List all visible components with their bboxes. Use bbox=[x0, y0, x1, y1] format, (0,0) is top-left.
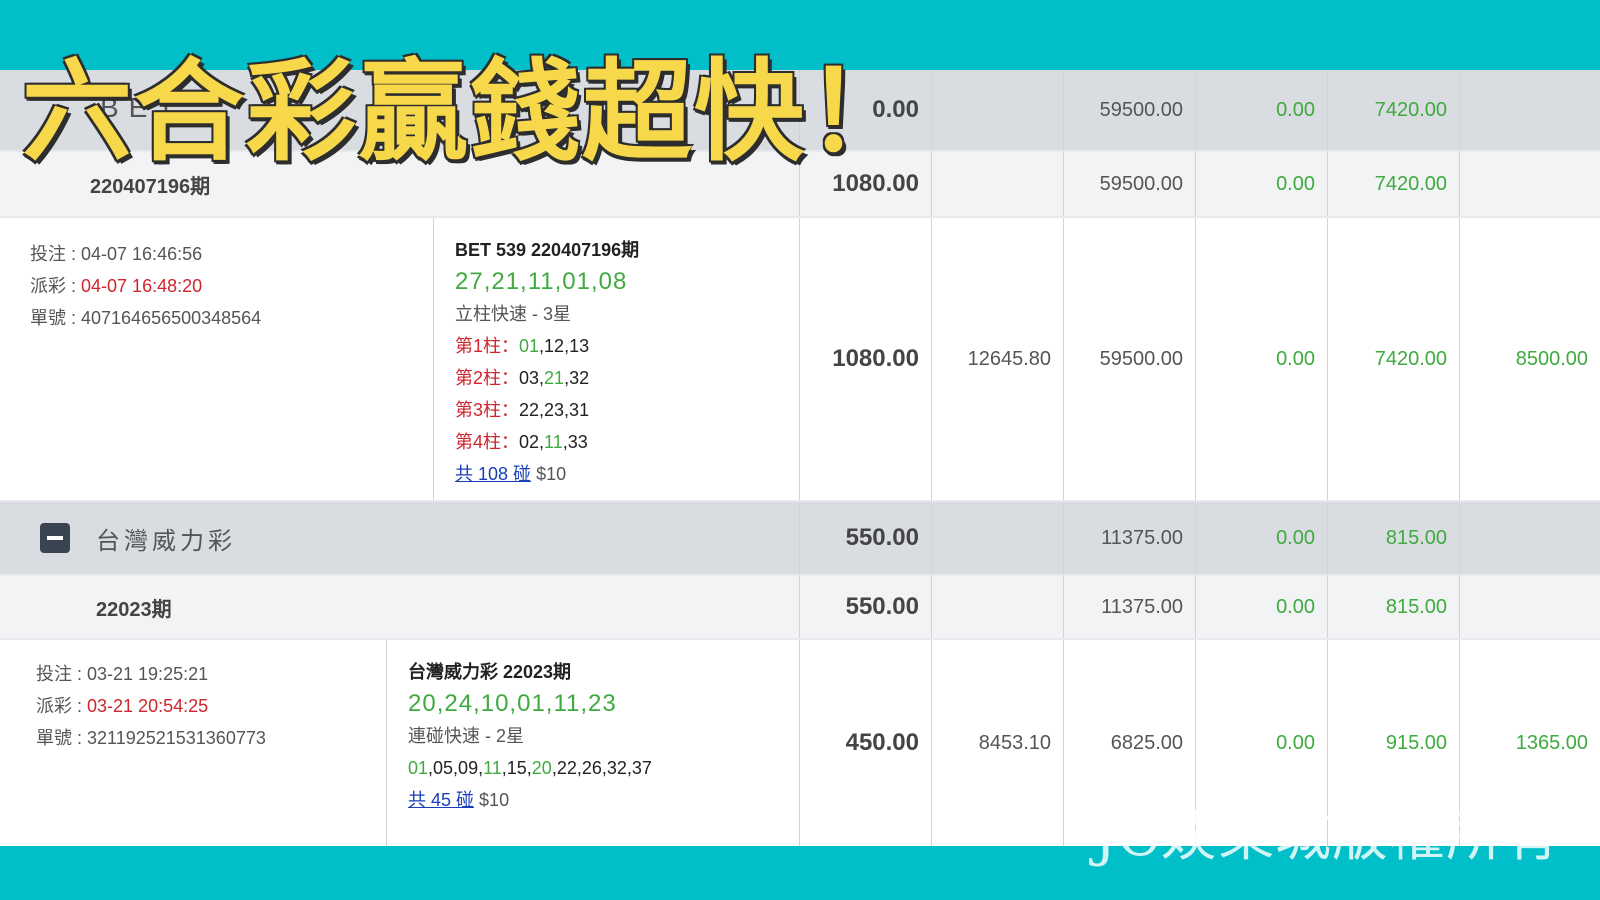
period-col-c: 0.00 bbox=[1196, 152, 1328, 216]
draw-time: 04-07 16:48:20 bbox=[81, 276, 203, 296]
combo-link[interactable]: 共 108 碰 bbox=[455, 464, 531, 484]
pick-number: ,05,09, bbox=[428, 758, 484, 778]
cell-divider bbox=[433, 218, 434, 500]
pick-column-4: 第4柱：02,11,33 bbox=[455, 426, 639, 458]
pick-column-label: 第3柱： bbox=[455, 400, 520, 420]
detail-col-a: 12645.80 bbox=[932, 218, 1064, 500]
order-number: 單號 : 321192521531360773 bbox=[36, 728, 266, 748]
pick-column-label: 第4柱： bbox=[455, 432, 520, 452]
detail-amount: 450.00 bbox=[800, 640, 932, 846]
pick-number: ,15, bbox=[501, 758, 532, 778]
summary-col-d: 7420.00 bbox=[1328, 70, 1460, 150]
period-col-e bbox=[1460, 152, 1600, 216]
period-col-a bbox=[932, 152, 1064, 216]
pick-number: ,33 bbox=[562, 432, 588, 452]
bet-title: 台灣威力彩 22023期 bbox=[408, 662, 572, 682]
pick-column-2: 第2柱：03,21,32 bbox=[455, 362, 639, 394]
hit-number: 01 bbox=[519, 336, 540, 356]
period-col-c: 0.00 bbox=[1196, 576, 1328, 638]
bet-time: 投注 : 04-07 16:46:56 bbox=[30, 244, 203, 264]
group-amount: 550.00 bbox=[800, 502, 932, 574]
pick-number: ,22,26,32,37 bbox=[551, 758, 652, 778]
hit-number: 11 bbox=[483, 758, 502, 778]
pick-column-label: 第1柱： bbox=[455, 336, 520, 356]
group-col-d: 815.00 bbox=[1328, 502, 1460, 574]
hit-number: 01 bbox=[408, 758, 429, 778]
draw-numbers: 20,24,10,01,11,23 bbox=[408, 690, 617, 717]
banner-title: 六合彩贏錢超快！ bbox=[22, 48, 918, 176]
play-type: 立柱快速 - 3星 bbox=[455, 304, 572, 324]
summary-col-e bbox=[1460, 70, 1600, 150]
hit-number: 20 bbox=[531, 758, 552, 778]
pick-column-label: 第2柱： bbox=[455, 368, 520, 388]
bet-detail-row: 投注 : 04-07 16:46:56 派彩 : 04-07 16:48:20 … bbox=[0, 218, 1600, 500]
summary-col-a bbox=[932, 70, 1064, 150]
group-col-b: 11375.00 bbox=[1064, 502, 1196, 574]
draw-time-line: 派彩 : 03-21 20:54:25 bbox=[36, 696, 209, 716]
detail-col-c: 0.00 bbox=[1196, 218, 1328, 500]
draw-time-line: 派彩 : 04-07 16:48:20 bbox=[30, 276, 203, 296]
pick-number: ,32 bbox=[564, 368, 590, 388]
detail-amount: 1080.00 bbox=[800, 218, 932, 500]
bet-meta: 投注 : 04-07 16:46:56 派彩 : 04-07 16:48:20 … bbox=[30, 238, 261, 334]
pick-number: 03, bbox=[519, 368, 545, 388]
bet-content: 台灣威力彩 22023期 20,24,10,01,11,23 連碰快速 - 2星… bbox=[408, 656, 652, 816]
watermark: JC娛樂城版權所有 bbox=[1093, 804, 1560, 869]
play-type: 連碰快速 - 2星 bbox=[408, 726, 525, 746]
order-number: 單號 : 407164656500348564 bbox=[30, 308, 262, 328]
pick-column-1: 第1柱：01,12,13 bbox=[455, 330, 639, 362]
pick-number: ,12,13 bbox=[539, 336, 590, 356]
period-col-b: 11375.00 bbox=[1064, 576, 1196, 638]
hit-number: 11 bbox=[544, 432, 563, 452]
bet-title: BET 539 220407196期 bbox=[455, 240, 640, 260]
group-col-a bbox=[932, 502, 1064, 574]
period-col-d: 815.00 bbox=[1328, 576, 1460, 638]
draw-time: 03-21 20:54:25 bbox=[87, 696, 209, 716]
bet-meta: 投注 : 03-21 19:25:21 派彩 : 03-21 20:54:25 … bbox=[36, 658, 266, 754]
group-col-c: 0.00 bbox=[1196, 502, 1328, 574]
combo-line: 共 108 碰 $10 bbox=[455, 458, 639, 490]
bet-time: 投注 : 03-21 19:25:21 bbox=[36, 664, 209, 684]
column-list: 第1柱：01,12,13 第2柱：03,21,32 第3柱：22,23,31 第4柱：… bbox=[455, 330, 639, 458]
period-row[interactable]: 22023期 550.00 11375.00 0.00 815.00 bbox=[0, 576, 1600, 638]
cell-divider bbox=[386, 640, 387, 846]
detail-col-e: 8500.00 bbox=[1515, 347, 1588, 370]
period-amount: 550.00 bbox=[800, 576, 932, 638]
combo-link[interactable]: 共 45 碰 bbox=[408, 790, 474, 810]
draw-numbers: 27,21,11,01,08 bbox=[455, 268, 628, 295]
summary-col-c: 0.00 bbox=[1196, 70, 1328, 150]
group-label: 台灣威力彩 bbox=[96, 527, 236, 555]
period-label: 22023期 bbox=[96, 598, 172, 621]
unit-price: $10 bbox=[479, 790, 510, 810]
period-col-d: 7420.00 bbox=[1328, 152, 1460, 216]
group-col-e bbox=[1460, 502, 1600, 574]
summary-col-b: 59500.00 bbox=[1064, 70, 1196, 150]
collapse-icon[interactable] bbox=[40, 523, 70, 553]
period-col-e bbox=[1460, 576, 1600, 638]
pick-column-3: 第3柱：22,23,31 bbox=[455, 394, 639, 426]
detail-col-b: 59500.00 bbox=[1064, 218, 1196, 500]
pick-number: 22,23,31 bbox=[519, 400, 590, 420]
lottery-group-row[interactable]: 台灣威力彩 550.00 11375.00 0.00 815.00 bbox=[0, 502, 1600, 574]
unit-price: $10 bbox=[536, 464, 567, 484]
pick-number: 02, bbox=[519, 432, 545, 452]
bet-record-table: BET 0.00 59500.00 0.00 7420.00 220407196… bbox=[0, 70, 1600, 846]
selected-numbers: 01,05,09,11,15,20,22,26,32,37 bbox=[408, 752, 652, 784]
period-col-a bbox=[932, 576, 1064, 638]
detail-col-a: 8453.10 bbox=[932, 640, 1064, 846]
period-col-b: 59500.00 bbox=[1064, 152, 1196, 216]
detail-col-d: 7420.00 bbox=[1328, 218, 1460, 500]
bet-content: BET 539 220407196期 27,21,11,01,08 立柱快速 -… bbox=[455, 234, 639, 490]
combo-line: 共 45 碰 $10 bbox=[408, 784, 652, 816]
hit-number: 21 bbox=[544, 368, 565, 388]
